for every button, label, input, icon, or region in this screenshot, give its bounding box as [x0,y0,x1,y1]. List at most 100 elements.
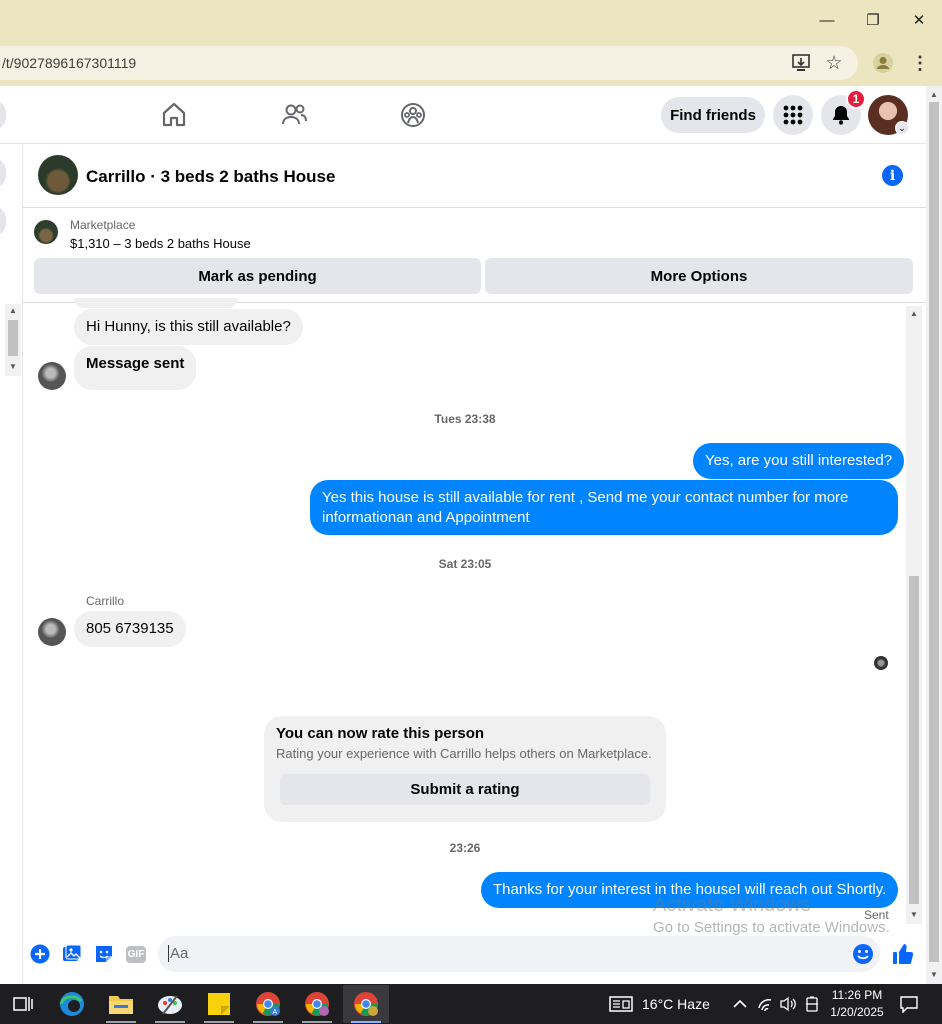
battery-icon[interactable] [801,985,823,1023]
svg-text:A: A [273,1009,278,1016]
task-view-button[interactable] [0,985,46,1023]
menu-button[interactable] [773,95,813,135]
groups-icon[interactable] [398,100,428,130]
chat-list-item[interactable] [0,158,6,188]
listing-thumbnail[interactable] [38,155,78,195]
restore-button[interactable]: ❐ [850,0,896,40]
emoji-icon[interactable] [852,943,874,965]
message-bubble[interactable]: Message sent [74,346,197,390]
message-input-placeholder: Aa [168,945,189,962]
contact-avatar[interactable] [38,618,66,646]
chevron-down-icon[interactable]: ⌄ [895,121,909,135]
address-bar[interactable]: /t/9027896167301119 [0,46,858,80]
install-app-icon[interactable] [790,51,814,75]
activation-watermark-subtitle: Go to Settings to activate Windows. [653,919,890,936]
submit-rating-button[interactable]: Submit a rating [280,774,650,805]
weather-text[interactable]: 16°C Haze [642,996,710,1012]
message-bubble[interactable]: 805 6739135 [74,611,186,647]
taskbar-sticky-notes[interactable] [196,985,242,1023]
sticker-icon[interactable] [93,943,115,965]
message-bubble-partial [74,298,238,308]
clock-date: 1/20/2025 [830,1005,884,1019]
find-friends-button[interactable]: Find friends [661,97,765,133]
chat-list-sidebar: ▲ ▼ [0,144,23,984]
chrome-icon: A [256,992,280,1016]
contact-avatar[interactable] [38,362,66,390]
message-bubble[interactable]: Yes, are you still interested? [693,443,905,479]
message-bubble[interactable]: Yes this house is still available for re… [310,480,898,535]
running-indicator [302,1021,332,1023]
info-icon[interactable]: i [882,165,903,186]
taskbar-paint[interactable] [147,985,193,1023]
page-scroll-thumb[interactable] [929,102,939,962]
taskbar-chrome-profile-a[interactable]: A [245,985,291,1023]
scroll-down-arrow-icon[interactable]: ▼ [907,910,921,919]
minimize-icon: — [819,11,835,29]
message-bubble[interactable]: Hi Hunny, is this still available? [74,309,303,345]
scroll-up-arrow-icon[interactable]: ▲ [907,309,921,318]
action-center-icon [900,996,918,1013]
volume-icon[interactable] [777,985,799,1023]
running-indicator [253,1021,283,1023]
edge-icon [59,992,84,1016]
menu-grid-icon [783,105,803,125]
sidebar-scroll-thumb[interactable] [8,320,18,356]
chat-list-item[interactable] [0,206,6,236]
conversation-scrollbar[interactable]: ▲ ▼ [906,306,922,924]
taskbar-chrome-profile-c[interactable] [343,985,389,1023]
find-friends-label: Find friends [670,106,756,124]
thumbs-up-icon[interactable] [891,943,915,965]
profile-icon[interactable] [871,51,895,75]
browser-toolbar: /t/9027896167301119 ☆ ⋮ [0,40,942,86]
info-glyph: i [889,167,896,184]
message-input[interactable] [158,936,880,972]
plus-icon[interactable] [29,943,51,965]
activation-watermark-title: Activate Windows [653,894,811,916]
marketplace-thumbnail [34,220,58,244]
bookmark-star-icon[interactable]: ☆ [822,51,846,75]
scroll-down-arrow-icon[interactable]: ▼ [6,362,20,371]
conversation-scroll-thumb[interactable] [909,576,919,904]
browser-title-bar: — ❐ ✕ [0,0,942,40]
home-icon[interactable] [159,100,189,130]
timestamp: Tues 23:38 [434,412,496,426]
folder-icon [109,996,133,1014]
scroll-up-arrow-icon[interactable]: ▲ [6,306,20,315]
scroll-up-arrow-icon[interactable]: ▲ [927,90,941,99]
notification-badge: 1 [846,89,866,109]
notification-center-button[interactable] [894,985,924,1023]
friends-icon[interactable] [279,100,309,130]
url-text: /t/9027896167301119 [2,55,137,71]
mark-as-pending-button[interactable]: Mark as pending [34,258,481,294]
gif-icon[interactable]: GIF [124,943,148,965]
sidebar-scrollbar[interactable]: ▲ ▼ [5,304,21,376]
taskbar-chrome-profile-b[interactable] [294,985,340,1023]
weather-icon[interactable] [606,985,636,1023]
chrome-icon [305,992,329,1016]
chevron-up-icon[interactable] [728,985,752,1023]
page-scrollbar[interactable]: ▲ ▼ [926,86,942,984]
chrome-icon [354,992,378,1016]
task-view-icon [13,997,33,1011]
system-clock[interactable]: 11:26 PM 1/20/2025 [826,987,888,1021]
clock-time: 11:26 PM [831,988,883,1002]
minimize-button[interactable]: — [804,0,850,40]
taskbar-edge[interactable] [49,985,95,1023]
scroll-down-arrow-icon[interactable]: ▼ [927,970,941,979]
timestamp: 23:26 [449,841,481,855]
running-indicator [351,1021,381,1023]
running-indicator [106,1021,136,1023]
marketplace-label: Marketplace [70,218,136,232]
wifi-icon[interactable] [754,985,778,1023]
conversation-title[interactable]: Carrillo · 3 beds 2 baths House [86,167,335,187]
gif-label: GIF [125,945,147,963]
more-options-button[interactable]: More Options [485,258,913,294]
close-window-button[interactable]: ✕ [896,0,942,40]
rating-title: You can now rate this person [276,725,485,742]
photo-icon[interactable] [61,943,83,965]
taskbar-file-explorer[interactable] [98,985,144,1023]
listing-price[interactable]: $1,310 – 3 beds 2 baths House [70,236,251,251]
browser-menu-icon[interactable]: ⋮ [908,51,932,75]
running-indicator [155,1021,185,1023]
search-pill[interactable] [0,100,6,130]
